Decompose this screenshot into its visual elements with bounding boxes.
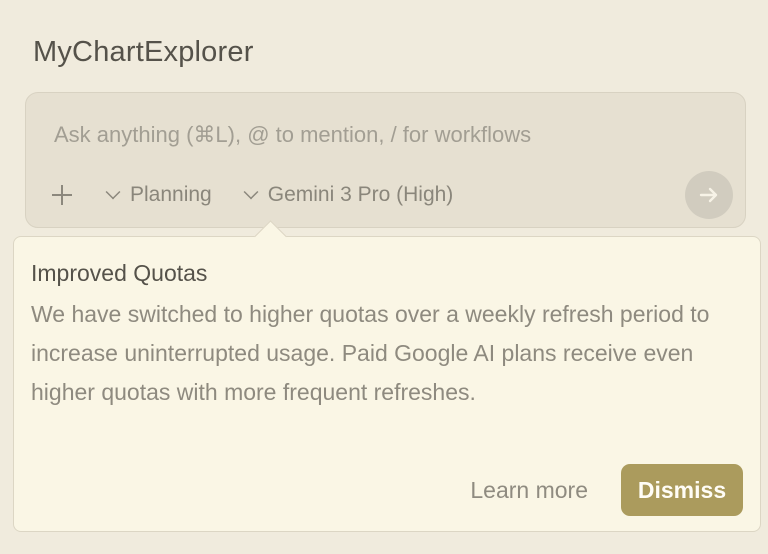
model-dropdown[interactable]: Gemini 3 Pro (High) <box>243 183 454 207</box>
popover-title: Improved Quotas <box>31 260 208 286</box>
arrow-right-icon <box>699 187 718 203</box>
model-label: Gemini 3 Pro (High) <box>267 183 454 206</box>
learn-more-link[interactable]: Learn more <box>470 477 588 504</box>
announcement-popover: Improved Quotas We have switched to high… <box>13 220 761 532</box>
send-button[interactable] <box>685 171 733 219</box>
plus-icon[interactable] <box>51 184 73 206</box>
chevron-down-icon <box>105 184 121 200</box>
app-title: MyChartExplorer <box>33 36 254 68</box>
composer-toolbar: Planning Gemini 3 Pro (High) <box>51 181 485 209</box>
chat-input[interactable] <box>54 122 674 148</box>
popover-body: We have switched to higher quotas over a… <box>31 301 710 405</box>
chat-composer: Planning Gemini 3 Pro (High) <box>25 92 746 228</box>
mode-label: Planning <box>130 183 212 206</box>
chevron-down-icon <box>243 184 259 200</box>
dismiss-button[interactable]: Dismiss <box>621 464 743 516</box>
mode-dropdown[interactable]: Planning <box>105 183 212 207</box>
